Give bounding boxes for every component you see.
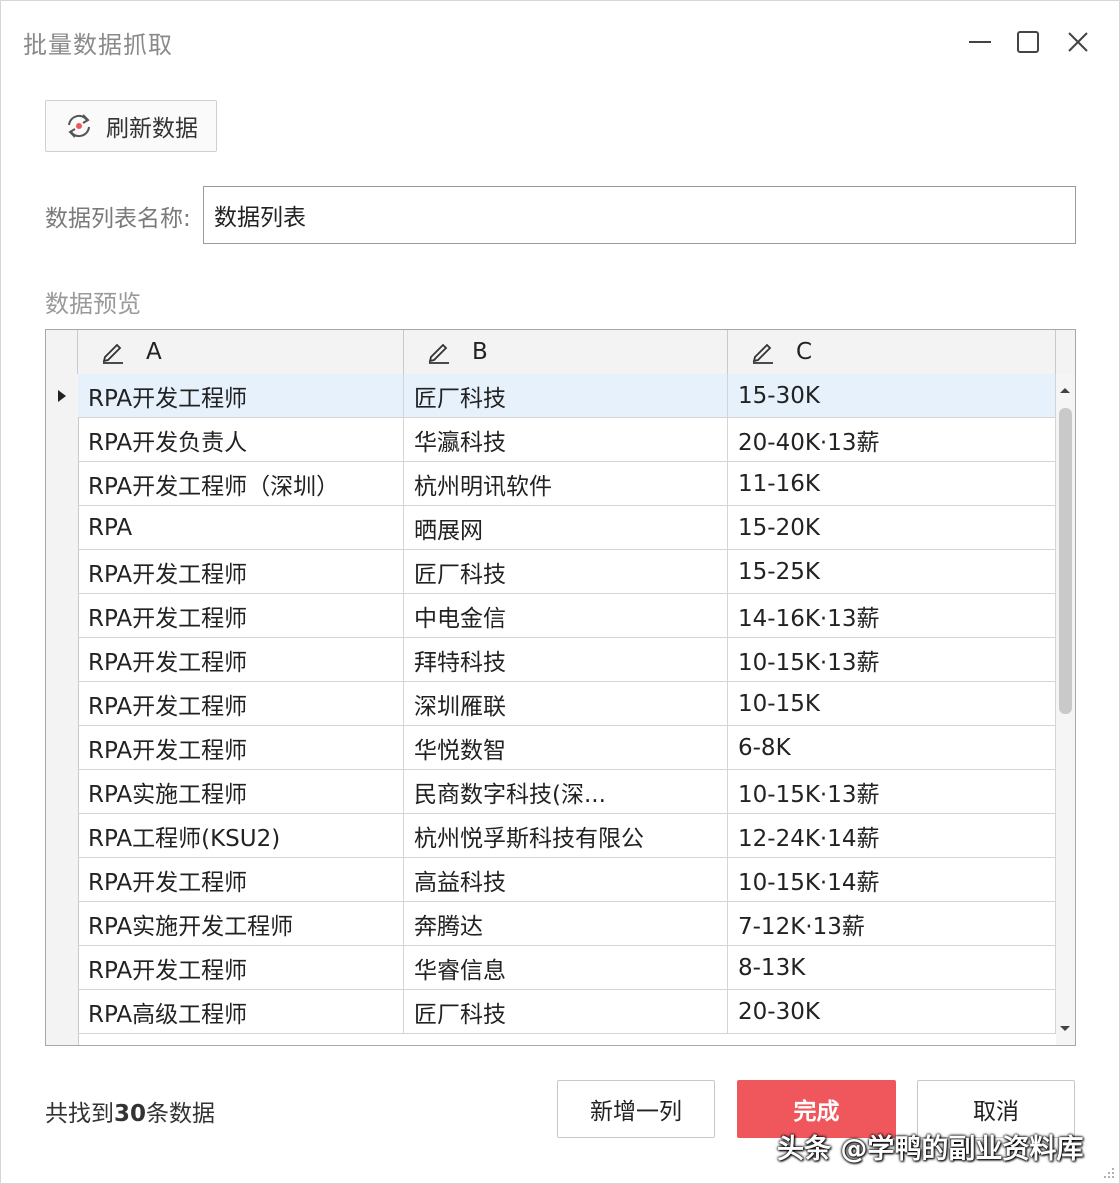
table-cell[interactable]: 匠厂科技 [404, 550, 728, 593]
table-cell[interactable]: 民商数字科技(深... [404, 770, 728, 813]
table-cell[interactable]: RPA开发工程师 [78, 858, 404, 901]
table-cell[interactable]: 匠厂科技 [404, 374, 728, 417]
table-cell[interactable]: RPA实施开发工程师 [78, 902, 404, 945]
table-row[interactable]: RPA开发工程师 高益科技 10-15K·14薪 [78, 858, 1056, 902]
table-row[interactable]: RPA实施开发工程师 奔腾达 7-12K·13薪 [78, 902, 1056, 946]
resize-grip-icon[interactable] [1101, 1165, 1115, 1179]
data-preview-grid[interactable]: A B C RPA开发工程师 匠厂科技 15-30K RPA开发负责人 华瀛科技… [45, 329, 1076, 1046]
column-header-b[interactable]: B [404, 330, 728, 374]
list-name-label: 数据列表名称: [45, 206, 191, 232]
column-header-label: A [146, 339, 162, 365]
table-cell[interactable]: 15-20K [728, 506, 1056, 549]
table-cell[interactable]: 12-24K·14薪 [728, 814, 1056, 857]
table-cell[interactable]: 深圳雁联 [404, 682, 728, 725]
table-cell[interactable]: 华瀛科技 [404, 418, 728, 461]
maximize-icon[interactable] [1013, 27, 1043, 57]
result-count-number: 30 [114, 1101, 147, 1127]
scroll-thumb[interactable] [1059, 408, 1072, 714]
column-header-c[interactable]: C [728, 330, 1056, 374]
preview-label: 数据预览 [45, 290, 141, 318]
refresh-button[interactable]: 刷新数据 [45, 100, 217, 152]
table-cell[interactable]: RPA开发工程师 [78, 374, 404, 417]
table-cell[interactable]: 奔腾达 [404, 902, 728, 945]
pencil-icon[interactable] [750, 339, 776, 365]
scroll-down-arrow[interactable] [1060, 1026, 1070, 1031]
table-cell[interactable]: 高益科技 [404, 858, 728, 901]
table-row[interactable]: RPA实施工程师 民商数字科技(深... 10-15K·13薪 [78, 770, 1056, 814]
column-header-a[interactable]: A [78, 330, 404, 374]
triangle-right-icon [58, 390, 66, 402]
column-header-label: B [472, 339, 488, 365]
pencil-icon[interactable] [426, 339, 452, 365]
row-header-column [46, 374, 79, 1045]
refresh-icon [68, 114, 90, 138]
table-cell[interactable]: 晒展网 [404, 506, 728, 549]
table-cell[interactable]: 15-25K [728, 550, 1056, 593]
watermark: 头条 @学鸭的副业资料库 [777, 1134, 1084, 1165]
pencil-icon[interactable] [100, 339, 126, 365]
table-row[interactable]: RPA开发工程师 中电金信 14-16K·13薪 [78, 594, 1056, 638]
table-row[interactable]: RPA开发工程师（深圳） 杭州明讯软件 11-16K [78, 462, 1056, 506]
table-cell[interactable]: RPA开发工程师 [78, 682, 404, 725]
table-cell[interactable]: 7-12K·13薪 [728, 902, 1056, 945]
table-row[interactable]: RPA开发工程师 华睿信息 8-13K [78, 946, 1056, 990]
table-row[interactable]: RPA工程师(KSU2) 杭州悦孚斯科技有限公 12-24K·14薪 [78, 814, 1056, 858]
table-cell[interactable]: 6-8K [728, 726, 1056, 769]
table-row[interactable]: RPA开发工程师 华悦数智 6-8K [78, 726, 1056, 770]
table-cell[interactable]: 15-30K [728, 374, 1056, 417]
table-cell[interactable]: 20-30K [728, 990, 1056, 1033]
table-cell[interactable]: RPA [78, 506, 404, 549]
table-cell[interactable]: 11-16K [728, 462, 1056, 505]
table-cell[interactable]: 拜特科技 [404, 638, 728, 681]
table-cell[interactable]: 10-15K·13薪 [728, 770, 1056, 813]
vertical-scrollbar[interactable] [1056, 374, 1075, 1045]
table-cell[interactable]: RPA开发工程师（深圳） [78, 462, 404, 505]
window-title: 批量数据抓取 [23, 31, 173, 59]
table-cell[interactable]: 华睿信息 [404, 946, 728, 989]
table-cell[interactable]: RPA开发工程师 [78, 638, 404, 681]
table-row[interactable]: RPA开发负责人 华瀛科技 20-40K·13薪 [78, 418, 1056, 462]
table-cell[interactable]: 10-15K [728, 682, 1056, 725]
table-cell[interactable]: 14-16K·13薪 [728, 594, 1056, 637]
result-count-text: 共找到30条数据 [45, 1094, 215, 1128]
table-cell[interactable]: 8-13K [728, 946, 1056, 989]
table-cell[interactable]: 中电金信 [404, 594, 728, 637]
close-icon[interactable] [1063, 27, 1093, 57]
table-row[interactable]: RPA开发工程师 拜特科技 10-15K·13薪 [78, 638, 1056, 682]
table-cell[interactable]: RPA开发工程师 [78, 726, 404, 769]
table-cell[interactable]: RPA工程师(KSU2) [78, 814, 404, 857]
table-row[interactable]: RPA开发工程师 匠厂科技 15-25K [78, 550, 1056, 594]
table-cell[interactable]: 杭州明讯软件 [404, 462, 728, 505]
table-cell[interactable]: 华悦数智 [404, 726, 728, 769]
minimize-icon[interactable] [965, 27, 995, 57]
table-cell[interactable]: RPA开发工程师 [78, 594, 404, 637]
table-row[interactable]: RPA高级工程师 匠厂科技 20-30K [78, 990, 1056, 1034]
refresh-button-label: 刷新数据 [106, 116, 198, 142]
header-corner [46, 330, 78, 374]
table-cell[interactable]: RPA实施工程师 [78, 770, 404, 813]
column-header-label: C [796, 339, 813, 365]
grid-header: A B C [46, 330, 1075, 375]
table-cell[interactable]: 杭州悦孚斯科技有限公 [404, 814, 728, 857]
table-row[interactable]: RPA 晒展网 15-20K [78, 506, 1056, 550]
list-name-input[interactable] [203, 186, 1076, 244]
table-cell[interactable]: 10-15K·13薪 [728, 638, 1056, 681]
table-cell[interactable]: RPA高级工程师 [78, 990, 404, 1033]
scroll-up-arrow[interactable] [1060, 388, 1070, 393]
table-row[interactable]: RPA开发工程师 匠厂科技 15-30K [78, 374, 1056, 418]
table-cell[interactable]: RPA开发负责人 [78, 418, 404, 461]
table-cell[interactable]: 匠厂科技 [404, 990, 728, 1033]
table-cell[interactable]: 10-15K·14薪 [728, 858, 1056, 901]
table-cell[interactable]: RPA开发工程师 [78, 550, 404, 593]
result-count-suffix: 条数据 [146, 1101, 216, 1127]
dialog-window: 批量数据抓取 刷新数据 数据列表名称: 数据预览 [0, 0, 1120, 1184]
table-cell[interactable]: 20-40K·13薪 [728, 418, 1056, 461]
table-cell[interactable]: RPA开发工程师 [78, 946, 404, 989]
table-row[interactable]: RPA开发工程师 深圳雁联 10-15K [78, 682, 1056, 726]
result-count-prefix: 共找到 [45, 1101, 114, 1127]
add-column-button[interactable]: 新增一列 [557, 1080, 715, 1138]
